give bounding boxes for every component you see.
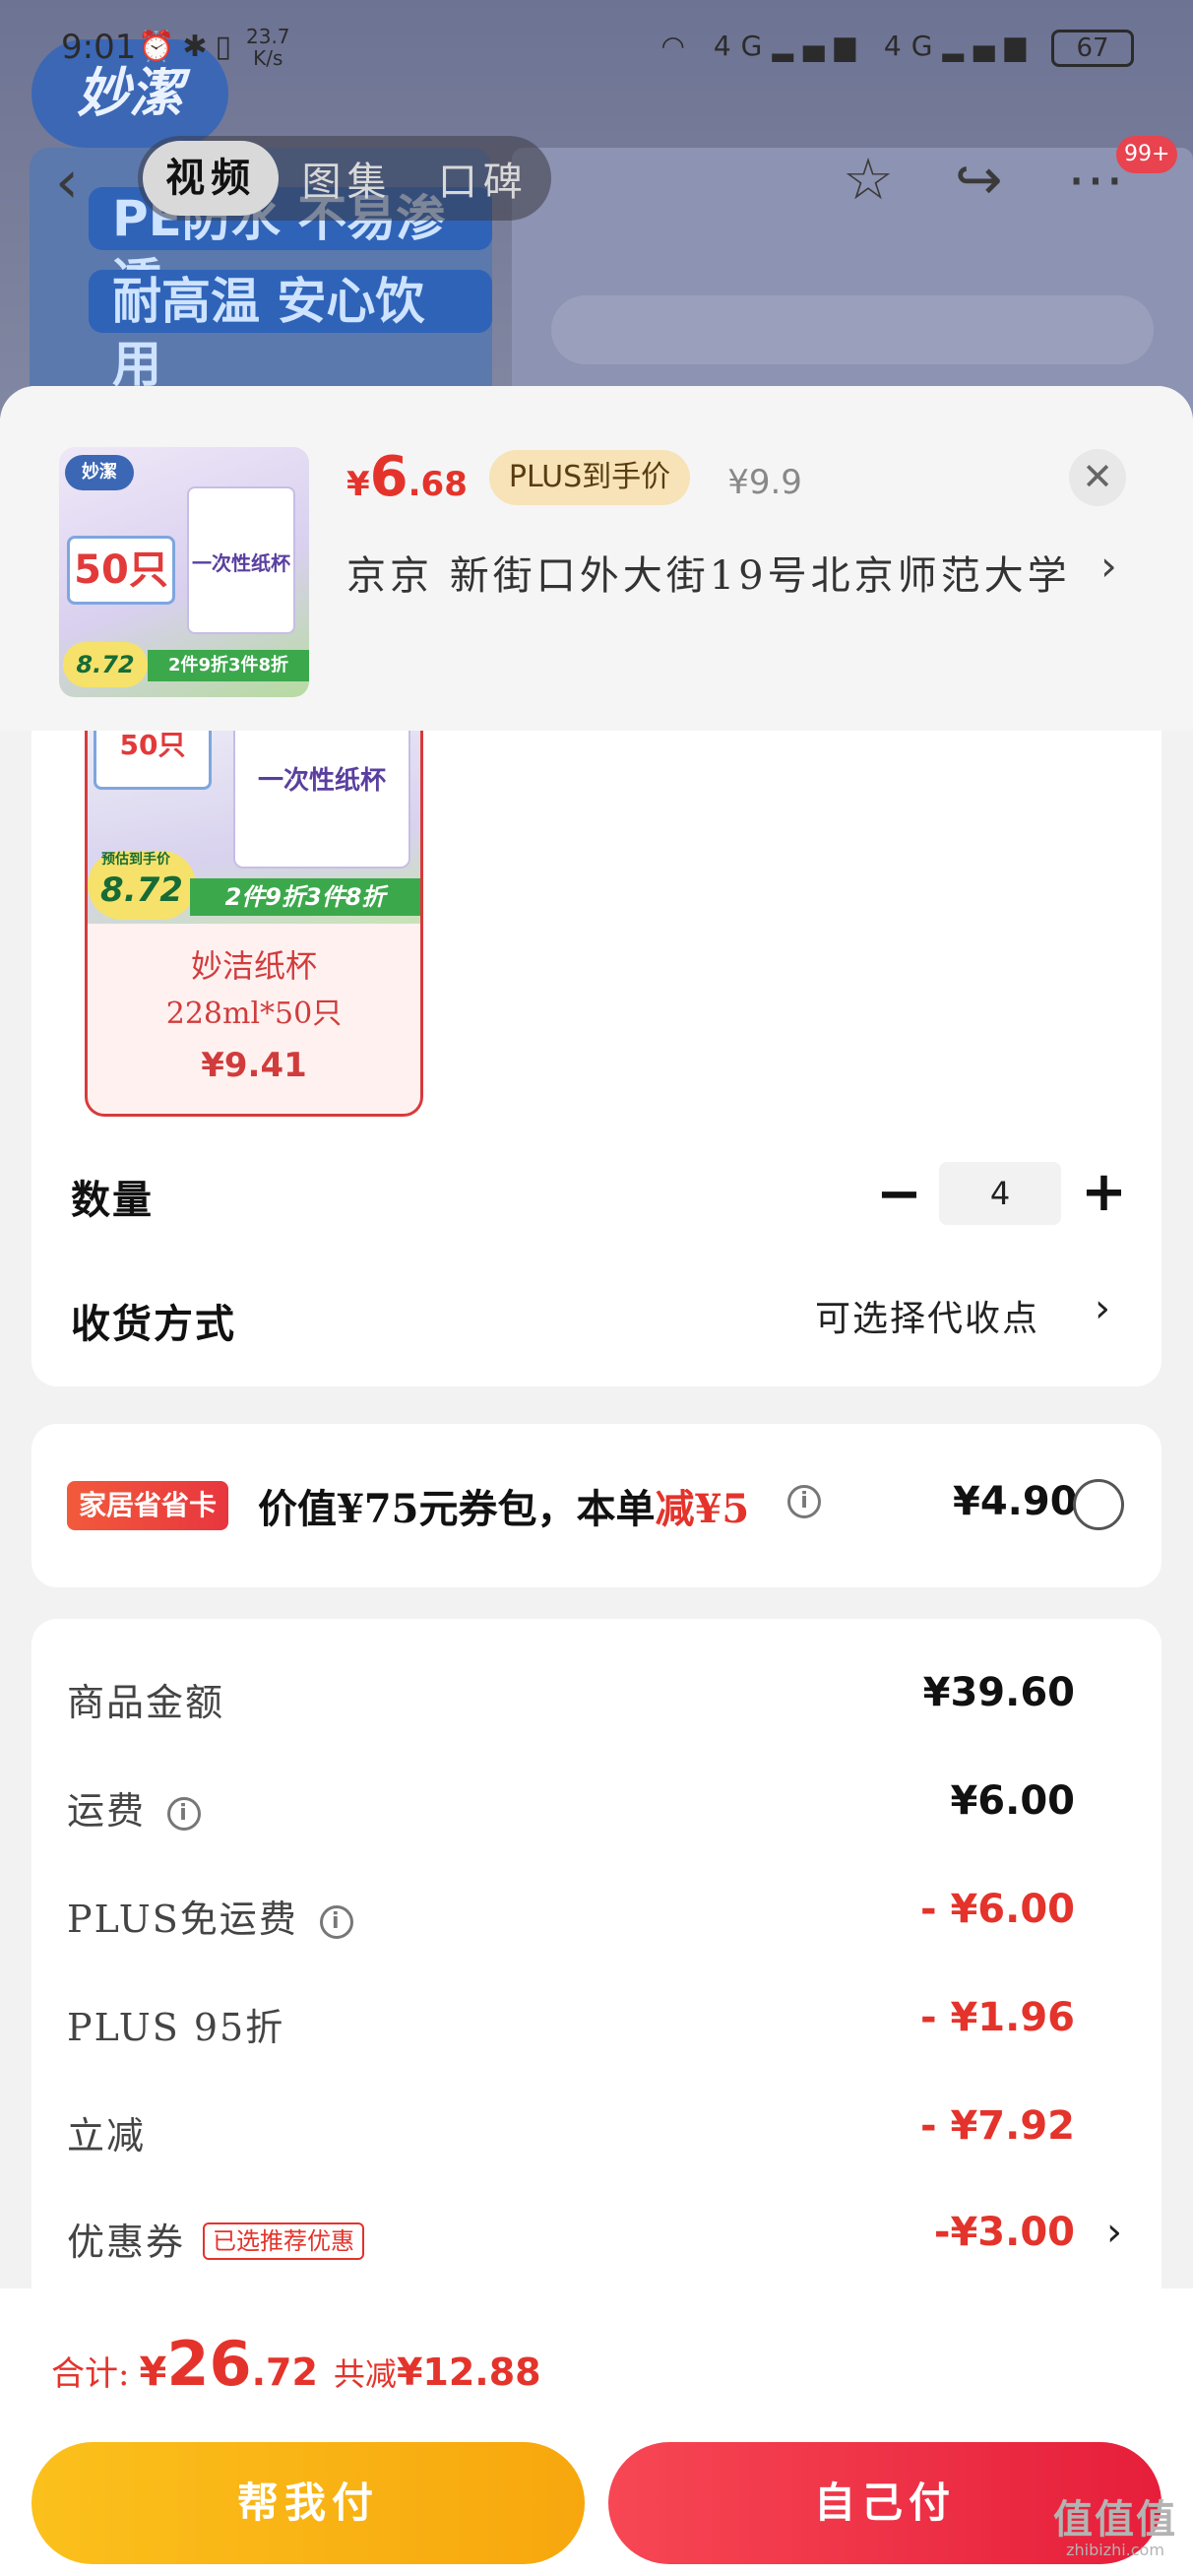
quantity-increase-button[interactable]: + [1081, 1160, 1127, 1224]
variant-spec: 228ml*50只 [165, 997, 343, 1031]
fee-value: -¥3.00 [933, 2210, 1075, 2255]
watermark: 值值值 zhibizhi.com [1041, 2487, 1189, 2559]
share-icon[interactable]: ↪ [955, 146, 1003, 213]
star-icon[interactable]: ☆ [843, 146, 894, 213]
fee-label: PLUS 95折 [67, 2006, 285, 2049]
total-integer: 26 [166, 2328, 252, 2400]
chevron-right-icon[interactable]: › [1095, 1286, 1110, 1331]
price-currency: ¥ [346, 464, 370, 504]
fee-label: 运费 i [67, 1780, 202, 1835]
fee-value: ¥6.00 [950, 1778, 1075, 1824]
quantity-input[interactable]: 4 [939, 1162, 1061, 1225]
order-sheet: 妙潔 50只 一次性纸杯 8.72 2件9折3件8折 ¥ 6 .68 PLUS到… [0, 386, 1193, 2576]
network-speed: 23.7 K/s [246, 25, 290, 70]
quantity-decrease-button[interactable]: − [876, 1162, 922, 1226]
saved-value: ¥12.88 [396, 2351, 541, 2394]
watermark-logo: 值值值 [1053, 2497, 1177, 2543]
options-card: 50只 一次性纸杯 预估到手价 8.72 2件9折3件8折 妙洁纸杯 228ml*… [31, 731, 1162, 1386]
checkout-bar: 合计: ¥ 26 .72 共减 ¥12.88 帮我付 自己付 [0, 2288, 1193, 2576]
delivery-method-label: 收货方式 [71, 1301, 236, 1347]
product-page-background: PE防水 不易渗透 耐高温 安心饮用 妙潔 9:01 ⏰✱▯ 23.7K/s ◠… [0, 0, 1193, 453]
fee-value: - ¥1.96 [919, 1995, 1075, 2040]
saver-card-radio[interactable] [1073, 1479, 1124, 1530]
total-label: 合计: [51, 2354, 130, 2394]
saved-label: 共减 [333, 2355, 397, 2393]
info-icon[interactable]: i [787, 1485, 821, 1518]
saver-card-price: ¥4.90 [953, 1479, 1078, 1524]
chevron-right-icon[interactable]: › [1100, 542, 1117, 590]
total-currency: ¥ [139, 2350, 167, 2395]
chevron-right-icon[interactable]: › [1106, 2210, 1122, 2255]
info-icon[interactable]: i [167, 1797, 202, 1831]
variant-image: 50只 一次性纸杯 预估到手价 8.72 2件9折3件8折 [88, 731, 420, 924]
help-me-pay-button[interactable]: 帮我付 [31, 2442, 585, 2564]
price-decimal: .68 [408, 464, 468, 504]
variant-price: ¥9.41 [201, 1046, 307, 1085]
saver-card-text: 价值¥75元券包，本单减¥5 [258, 1486, 750, 1532]
product-thumbnail: 妙潔 50只 一次性纸杯 8.72 2件9折3件8折 [59, 447, 309, 697]
variant-option-selected[interactable]: 50只 一次性纸杯 预估到手价 8.72 2件9折3件8折 妙洁纸杯 228ml*… [85, 731, 423, 1117]
fee-row-coupon[interactable]: 优惠券 已选推荐优惠 -¥3.00 › [31, 2198, 1162, 2277]
tab-gallery[interactable]: 图集 [279, 150, 414, 207]
tab-reviews[interactable]: 口碑 [415, 150, 551, 207]
status-time: 9:01 [61, 28, 137, 67]
tab-video[interactable]: 视频 [143, 141, 280, 216]
fee-row-plus-free-shipping: PLUS免运费 i - ¥6.00 [31, 1875, 1162, 1954]
back-icon[interactable]: ‹ [55, 148, 79, 217]
delivery-method-value[interactable]: 可选择代收点 [815, 1290, 1039, 1341]
fee-label: 商品金额 [67, 1681, 225, 1724]
plus-price-tag: PLUS到手价 [488, 449, 691, 505]
order-total: 合计: ¥ 26 .72 共减 ¥12.88 [51, 2328, 541, 2400]
saver-card-offer: 家居省省卡 价值¥75元券包，本单减¥5 i ¥4.90 [31, 1424, 1162, 1587]
fee-value: - ¥6.00 [919, 1887, 1075, 1932]
fee-label: 优惠券 已选推荐优惠 [67, 2212, 365, 2266]
close-icon[interactable]: ✕ [1069, 449, 1126, 506]
original-price: ¥9.9 [727, 462, 802, 502]
variant-name: 妙洁纸杯 [190, 947, 317, 985]
price-integer: 6 [369, 445, 408, 509]
fee-row-plus-discount: PLUS 95折 - ¥1.96 [31, 1983, 1162, 2062]
total-decimal: .72 [251, 2351, 318, 2394]
sheet-header: 妙潔 50只 一次性纸杯 8.72 2件9折3件8折 ¥ 6 .68 PLUS到… [0, 386, 1193, 731]
fee-value: - ¥7.92 [919, 2103, 1075, 2149]
fee-label: PLUS免运费 i [67, 1889, 353, 1943]
fee-label: 立减 [67, 2114, 147, 2157]
status-bar: 9:01 ⏰✱▯ 23.7 K/s ◠ 4G▂▄▆ 4G▂▄▆ 67 [0, 0, 1193, 98]
coupon-tag: 已选推荐优惠 [203, 2222, 365, 2260]
saver-card-tag: 家居省省卡 [67, 1481, 229, 1530]
signal-icons: ◠ 4G▂▄▆ 4G▂▄▆ [660, 30, 1036, 62]
quantity-label: 数量 [71, 1177, 154, 1223]
banner-text-2: 耐高温 安心饮用 [89, 270, 492, 393]
media-tabs: 视频 图集 口碑 [138, 136, 551, 221]
battery-icon: 67 [1051, 30, 1134, 67]
fee-row-shipping: 运费 i ¥6.00 [31, 1767, 1162, 1845]
fee-row-goods: 商品金额 ¥39.60 [31, 1658, 1162, 1737]
delivery-address[interactable]: 京京 新街口外大街19号北京师范大学 [346, 544, 1071, 601]
price-row: ¥ 6 .68 PLUS到手价 ¥9.9 [346, 445, 802, 509]
fee-value: ¥39.60 [922, 1670, 1075, 1715]
status-notification-icons: ⏰✱▯ [138, 30, 239, 64]
message-badge: 99+ [1116, 136, 1178, 173]
fee-row-instant-discount: 立减 - ¥7.92 [31, 2092, 1162, 2170]
info-icon[interactable]: i [319, 1905, 353, 1939]
